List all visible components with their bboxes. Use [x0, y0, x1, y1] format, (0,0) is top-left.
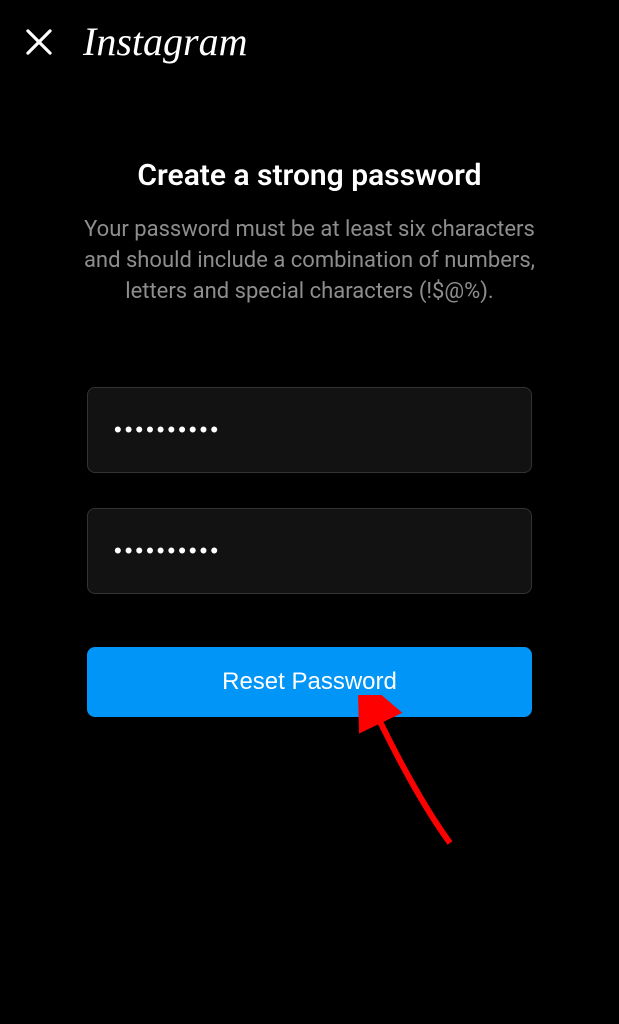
page-title: Create a strong password	[40, 158, 579, 193]
instagram-logo: Instagram	[83, 18, 247, 65]
reset-password-button[interactable]: Reset Password	[87, 647, 532, 717]
annotation-arrow	[355, 695, 475, 854]
new-password-input[interactable]	[87, 387, 532, 473]
content-area: Create a strong password Your password m…	[0, 83, 619, 717]
password-requirements-text: Your password must be at least six chara…	[40, 215, 579, 307]
header: Instagram	[0, 0, 619, 83]
close-icon[interactable]	[20, 23, 58, 61]
password-form: Reset Password	[40, 387, 579, 717]
confirm-password-input[interactable]	[87, 508, 532, 594]
